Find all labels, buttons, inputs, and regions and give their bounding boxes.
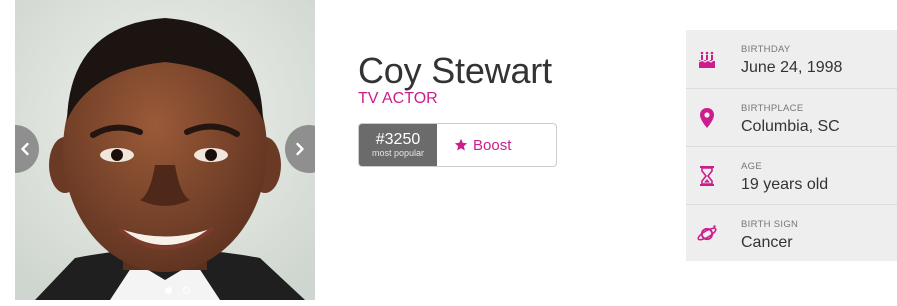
fact-label: BIRTH SIGN	[741, 219, 799, 230]
map-pin-icon	[700, 108, 714, 128]
carousel-dots	[165, 287, 190, 294]
planet-icon	[697, 225, 717, 241]
profession-link[interactable]: TV ACTOR	[358, 90, 438, 108]
star-icon	[454, 138, 468, 151]
person-name: Coy Stewart	[358, 50, 552, 91]
fact-birthday: BIRTHDAY June 24, 1998	[686, 30, 897, 88]
rank-label: most popular	[371, 148, 425, 158]
hourglass-icon	[700, 166, 714, 186]
fact-birth-sign: BIRTH SIGN Cancer	[686, 204, 897, 262]
fact-label: AGE	[741, 161, 762, 172]
fact-value[interactable]: Cancer	[741, 234, 793, 252]
fact-label: BIRTHDAY	[741, 44, 791, 55]
fact-birthplace: BIRTHPLACE Columbia, SC	[686, 88, 897, 146]
fact-value: June 24, 1998	[741, 59, 843, 76]
profile-photo	[15, 0, 315, 300]
carousel-dot-1[interactable]	[165, 287, 172, 294]
popularity-rank[interactable]: #3250 most popular	[359, 124, 437, 166]
fact-age: AGE 19 years old	[686, 146, 897, 204]
boost-label: Boost	[473, 136, 512, 154]
facts-panel: BIRTHDAY June 24, 1998 BIRTHPLACE Columb…	[686, 30, 897, 261]
profile-photo-carousel	[15, 0, 315, 300]
carousel-dot-2[interactable]	[183, 287, 190, 294]
popularity-widget: #3250 most popular Boost	[358, 123, 557, 167]
chevron-right-icon	[296, 142, 304, 156]
chevron-left-icon	[21, 142, 29, 156]
fact-value: 19 years old	[741, 176, 829, 193]
boost-button[interactable]: Boost	[437, 124, 556, 166]
fact-value[interactable]: Columbia, SC	[741, 118, 840, 136]
rank-number: #3250	[375, 131, 421, 148]
fact-label: BIRTHPLACE	[741, 103, 804, 114]
cake-icon	[698, 51, 716, 68]
